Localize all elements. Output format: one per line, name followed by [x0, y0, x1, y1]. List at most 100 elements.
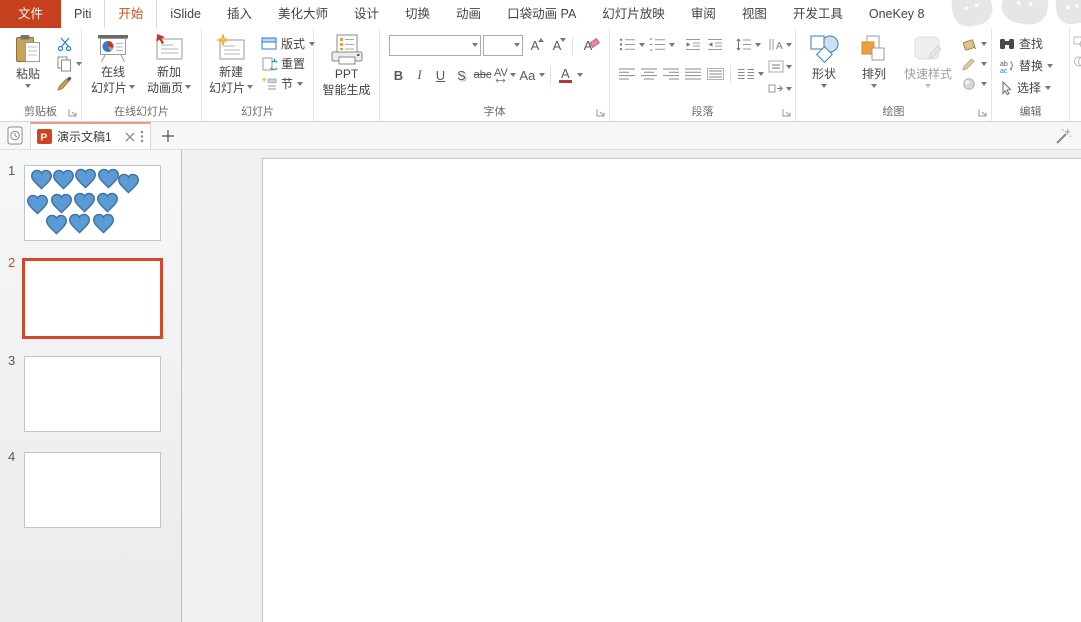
shape-fill-dropdown-arrow[interactable]	[981, 42, 987, 46]
replace-button[interactable]: ab ac 替换	[995, 56, 1057, 75]
numbering-button[interactable]	[647, 35, 667, 54]
shape-effects-dropdown-arrow[interactable]	[981, 82, 987, 86]
font-name-select[interactable]	[389, 35, 481, 56]
intersect-shapes-icon[interactable]	[1073, 55, 1081, 68]
case-dropdown-arrow[interactable]	[539, 73, 545, 77]
align-center-button[interactable]	[639, 64, 659, 83]
font-color-button[interactable]: A	[556, 65, 575, 85]
tab-pocket-animation[interactable]: 口袋动画 PA	[494, 0, 589, 28]
font-dialog-launcher-icon[interactable]	[596, 108, 606, 118]
tab-slideshow[interactable]: 幻灯片放映	[589, 0, 678, 28]
replace-dropdown-arrow[interactable]	[1047, 64, 1053, 68]
new-slide-button[interactable]: 新建 幻灯片	[205, 31, 257, 103]
select-button[interactable]: 选择	[995, 78, 1057, 97]
tab-islide[interactable]: iSlide	[157, 0, 214, 28]
increase-indent-button[interactable]	[705, 35, 725, 54]
tab-file[interactable]: 文件	[0, 0, 61, 28]
columns-button[interactable]	[736, 64, 756, 83]
shape-outline-button[interactable]	[957, 54, 991, 73]
shapes-button[interactable]: 形状	[799, 31, 849, 103]
merge-shapes-icon[interactable]	[1073, 36, 1081, 49]
bold-button[interactable]: B	[389, 65, 408, 85]
ppt-smart-generate-button[interactable]: PPT 智能生成	[317, 31, 377, 103]
tab-insert[interactable]: 插入	[214, 0, 265, 28]
align-left-button[interactable]	[617, 64, 637, 83]
spacing-dropdown-arrow[interactable]	[510, 73, 516, 77]
distribute-button[interactable]	[705, 64, 725, 83]
text-direction-button[interactable]: A	[768, 35, 792, 54]
justify-button[interactable]	[683, 64, 703, 83]
tab-more-icon[interactable]	[140, 130, 144, 143]
arrange-dropdown-arrow[interactable]	[871, 84, 877, 88]
bullets-dropdown-arrow[interactable]	[639, 43, 645, 47]
font-color-dropdown-arrow[interactable]	[577, 73, 583, 77]
align-text-button[interactable]	[768, 57, 792, 76]
convert-smartart-button[interactable]	[768, 79, 792, 98]
tab-beautify[interactable]: 美化大师	[265, 0, 341, 28]
slide-thumbnail-4[interactable]	[24, 452, 161, 528]
slide-thumbnail-1[interactable]	[24, 165, 161, 241]
drawing-dialog-launcher-icon[interactable]	[978, 108, 988, 118]
magic-wand-button[interactable]	[1051, 125, 1075, 147]
new-animation-page-button[interactable]: 新加 动画页	[141, 31, 197, 103]
tab-view[interactable]: 视图	[729, 0, 780, 28]
close-tab-icon[interactable]	[125, 132, 135, 142]
italic-button[interactable]: I	[410, 65, 429, 85]
line-spacing-dropdown-arrow[interactable]	[755, 43, 761, 47]
new-animation-dropdown-arrow[interactable]	[185, 85, 191, 89]
online-slides-dropdown-arrow[interactable]	[129, 85, 135, 89]
tab-animations[interactable]: 动画	[443, 0, 494, 28]
text-shadow-button[interactable]: S	[452, 65, 471, 85]
quick-styles-button[interactable]: 快速样式	[899, 31, 957, 103]
paste-dropdown-arrow[interactable]	[25, 84, 31, 88]
change-case-button[interactable]: Aa	[518, 65, 537, 85]
font-size-dropdown-arrow[interactable]	[514, 43, 520, 47]
layout-button[interactable]: 版式	[257, 34, 319, 53]
character-spacing-button[interactable]: AV	[494, 68, 508, 83]
decrease-font-size-button[interactable]: A	[547, 38, 567, 53]
new-tab-button[interactable]	[151, 122, 185, 149]
tab-transitions[interactable]: 切换	[392, 0, 443, 28]
strikethrough-button[interactable]: abc	[473, 65, 492, 85]
section-dropdown-arrow[interactable]	[297, 82, 303, 86]
text-direction-dropdown-arrow[interactable]	[786, 43, 792, 47]
clipboard-dialog-launcher-icon[interactable]	[68, 108, 78, 118]
align-text-dropdown-arrow[interactable]	[786, 65, 792, 69]
shape-fill-button[interactable]	[957, 34, 991, 53]
columns-dropdown-arrow[interactable]	[758, 72, 764, 76]
smartart-dropdown-arrow[interactable]	[786, 87, 792, 91]
underline-button[interactable]: U	[431, 65, 450, 85]
recent-documents-button[interactable]	[0, 122, 30, 149]
document-tab[interactable]: P 演示文稿1	[30, 122, 151, 149]
increase-font-size-button[interactable]: A	[525, 38, 545, 53]
find-button[interactable]: 查找	[995, 34, 1057, 53]
section-button[interactable]: 节	[257, 74, 319, 93]
align-right-button[interactable]	[661, 64, 681, 83]
tab-design[interactable]: 设计	[341, 0, 392, 28]
tab-developer[interactable]: 开发工具	[780, 0, 856, 28]
current-slide[interactable]	[262, 158, 1081, 622]
line-spacing-button[interactable]	[733, 35, 753, 54]
paste-button[interactable]: 粘贴	[3, 31, 53, 103]
font-size-select[interactable]	[483, 35, 523, 56]
slide-thumbnail-3[interactable]	[24, 356, 161, 432]
online-slides-button[interactable]: 在线 幻灯片	[85, 31, 141, 103]
select-dropdown-arrow[interactable]	[1045, 86, 1051, 90]
tab-home[interactable]: 开始	[104, 0, 157, 28]
tab-review[interactable]: 审阅	[678, 0, 729, 28]
arrange-button[interactable]: 排列	[849, 31, 899, 103]
reset-button[interactable]: 重置	[257, 54, 319, 73]
new-slide-dropdown-arrow[interactable]	[247, 85, 253, 89]
shapes-dropdown-arrow[interactable]	[821, 84, 827, 88]
clear-formatting-button[interactable]: A	[578, 38, 598, 53]
paragraph-dialog-launcher-icon[interactable]	[782, 108, 792, 118]
shape-outline-dropdown-arrow[interactable]	[981, 62, 987, 66]
font-name-dropdown-arrow[interactable]	[472, 43, 478, 47]
numbering-dropdown-arrow[interactable]	[669, 43, 675, 47]
tab-piti[interactable]: Piti	[61, 0, 104, 28]
tab-onekey[interactable]: OneKey 8	[856, 0, 938, 28]
decrease-indent-button[interactable]	[683, 35, 703, 54]
bullets-button[interactable]	[617, 35, 637, 54]
shape-effects-button[interactable]	[957, 74, 991, 93]
slide-thumbnail-2[interactable]	[22, 258, 163, 339]
